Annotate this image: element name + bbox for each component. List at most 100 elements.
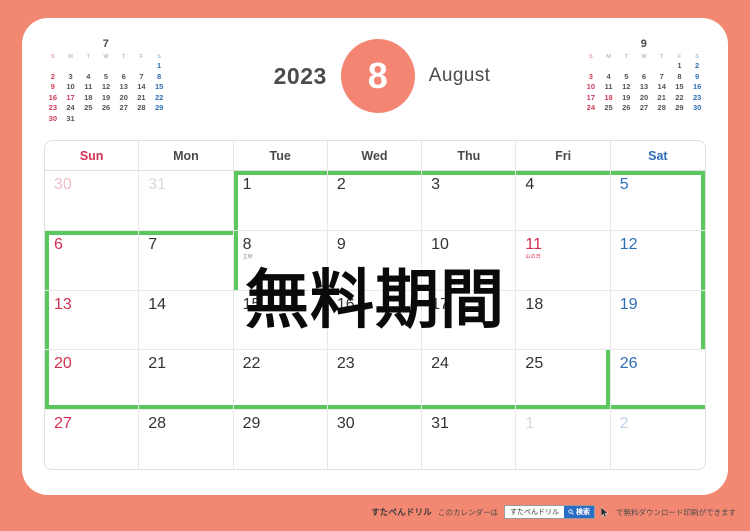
- calendar-day-cell[interactable]: 23: [328, 350, 423, 410]
- mini-prev-day[interactable]: 16: [44, 93, 62, 104]
- mini-next-day[interactable]: 1: [671, 61, 689, 72]
- calendar-day-cell[interactable]: 19: [611, 291, 705, 350]
- calendar-day-cell[interactable]: 12: [611, 231, 705, 290]
- mini-prev-day[interactable]: 23: [44, 103, 62, 114]
- mini-prev-day[interactable]: 2: [44, 72, 62, 83]
- mini-next-day[interactable]: 10: [582, 82, 600, 93]
- search-box[interactable]: すたぺんドリル 検索: [504, 505, 595, 519]
- mini-prev-day[interactable]: 30: [44, 114, 62, 125]
- mini-next-day[interactable]: 28: [653, 103, 671, 114]
- mini-prev-day[interactable]: 21: [133, 93, 151, 104]
- calendar-day-cell[interactable]: 31: [139, 171, 234, 230]
- calendar-day-cell[interactable]: 7: [139, 230, 234, 290]
- mini-next-day[interactable]: 27: [635, 103, 653, 114]
- mini-prev-day[interactable]: 20: [115, 93, 133, 104]
- mini-prev-day[interactable]: 18: [79, 93, 97, 104]
- mini-prev-day[interactable]: 25: [79, 103, 97, 114]
- mini-prev-day[interactable]: 28: [133, 103, 151, 114]
- calendar-day-cell[interactable]: 1: [516, 410, 611, 469]
- calendar-day-cell[interactable]: 11 山の日: [516, 230, 611, 290]
- mini-next-day[interactable]: 11: [600, 82, 618, 93]
- mini-next-day[interactable]: 9: [688, 72, 706, 83]
- calendar-day-cell[interactable]: 14: [139, 290, 234, 350]
- calendar-day-cell[interactable]: 2: [328, 171, 423, 230]
- mini-next-day[interactable]: 7: [653, 72, 671, 83]
- calendar-day-cell[interactable]: 16: [328, 290, 423, 350]
- calendar-day-cell[interactable]: 3: [422, 171, 517, 230]
- calendar-day-cell[interactable]: 30: [45, 171, 140, 230]
- mini-next-day[interactable]: 23: [688, 93, 706, 104]
- mini-prev-day[interactable]: 1: [150, 61, 168, 72]
- calendar-day-cell[interactable]: 18: [516, 290, 611, 350]
- mini-next-day[interactable]: 18: [600, 93, 618, 104]
- mini-calendar-next-month[interactable]: 9 SMTWTFS 1 2 3 4 5 6 7 8 9 10 11 12 13 14 15 16 17 18 19 2…: [582, 38, 706, 114]
- mini-next-day[interactable]: 4: [600, 72, 618, 83]
- mini-next-day[interactable]: 25: [600, 103, 618, 114]
- mini-next-day[interactable]: 13: [635, 82, 653, 93]
- mini-next-day[interactable]: 22: [671, 93, 689, 104]
- mini-prev-day[interactable]: 31: [62, 114, 80, 125]
- search-button[interactable]: 検索: [564, 506, 594, 518]
- mini-prev-day[interactable]: 14: [133, 82, 151, 93]
- mini-next-day[interactable]: 2: [688, 61, 706, 72]
- mini-next-day[interactable]: 20: [635, 93, 653, 104]
- mini-next-day[interactable]: 30: [688, 103, 706, 114]
- calendar-day-cell[interactable]: 4: [516, 171, 611, 230]
- mini-prev-day[interactable]: 17: [62, 93, 80, 104]
- mini-prev-day[interactable]: 6: [115, 72, 133, 83]
- calendar-day-cell[interactable]: 2: [611, 410, 705, 469]
- mini-next-day[interactable]: 5: [617, 72, 635, 83]
- mini-prev-day[interactable]: 8: [150, 72, 168, 83]
- calendar-day-cell[interactable]: 13: [45, 290, 140, 350]
- calendar-day-cell[interactable]: 9: [328, 230, 423, 290]
- mini-next-day[interactable]: 6: [635, 72, 653, 83]
- calendar-day-cell[interactable]: 15: [234, 290, 328, 350]
- mini-calendar-previous-month[interactable]: 7 SMTWTFS 1 2 3 4 5 6 7 8 9 10 11 12 13 14 15 16 17 18 19 2…: [44, 38, 168, 124]
- mini-next-day[interactable]: 19: [617, 93, 635, 104]
- mini-next-day[interactable]: 16: [688, 82, 706, 93]
- mini-next-day[interactable]: 12: [617, 82, 635, 93]
- calendar-day-cell[interactable]: 17: [422, 290, 517, 350]
- mini-next-day[interactable]: 29: [671, 103, 689, 114]
- calendar-day-cell[interactable]: 5: [611, 171, 705, 230]
- calendar-day-cell[interactable]: 21: [139, 350, 234, 410]
- search-input[interactable]: すたぺんドリル: [505, 506, 564, 518]
- calendar-day-cell[interactable]: 22: [234, 350, 328, 410]
- mini-prev-day[interactable]: 11: [79, 82, 97, 93]
- mini-prev-day[interactable]: 4: [79, 72, 97, 83]
- calendar-day-cell[interactable]: 28: [139, 410, 234, 469]
- mini-prev-day[interactable]: 24: [62, 103, 80, 114]
- mini-prev-day[interactable]: 15: [150, 82, 168, 93]
- mini-prev-day[interactable]: 12: [97, 82, 115, 93]
- calendar-day-cell[interactable]: 26: [611, 350, 705, 409]
- mini-prev-day[interactable]: 27: [115, 103, 133, 114]
- mini-next-day[interactable]: 14: [653, 82, 671, 93]
- mini-prev-day[interactable]: 10: [62, 82, 80, 93]
- calendar-day-cell[interactable]: 27: [45, 410, 140, 469]
- calendar-day-cell[interactable]: 8 立秋: [234, 230, 328, 290]
- mini-prev-day[interactable]: 26: [97, 103, 115, 114]
- mini-next-day[interactable]: 8: [671, 72, 689, 83]
- calendar-day-cell[interactable]: 24: [422, 350, 517, 410]
- mini-prev-day[interactable]: 19: [97, 93, 115, 104]
- mini-next-day[interactable]: 24: [582, 103, 600, 114]
- calendar-day-cell[interactable]: 6: [45, 230, 140, 290]
- mini-prev-day[interactable]: 29: [150, 103, 168, 114]
- mini-prev-day[interactable]: 5: [97, 72, 115, 83]
- mini-next-day[interactable]: 21: [653, 93, 671, 104]
- mini-prev-day[interactable]: 9: [44, 82, 62, 93]
- mini-prev-day[interactable]: 7: [133, 72, 151, 83]
- mini-prev-day[interactable]: 13: [115, 82, 133, 93]
- mini-prev-day[interactable]: 22: [150, 93, 168, 104]
- calendar-day-cell[interactable]: 30: [328, 410, 423, 469]
- calendar-day-cell[interactable]: 25: [516, 350, 611, 410]
- mini-next-day[interactable]: 15: [671, 82, 689, 93]
- calendar-day-cell[interactable]: 29: [234, 410, 328, 469]
- mini-next-day[interactable]: 17: [582, 93, 600, 104]
- mini-next-day[interactable]: 3: [582, 72, 600, 83]
- calendar-day-cell[interactable]: 1: [234, 171, 328, 230]
- calendar-day-cell[interactable]: 20: [45, 350, 140, 410]
- mini-next-day[interactable]: 26: [617, 103, 635, 114]
- calendar-day-cell[interactable]: 31: [422, 410, 517, 469]
- mini-prev-day[interactable]: 3: [62, 72, 80, 83]
